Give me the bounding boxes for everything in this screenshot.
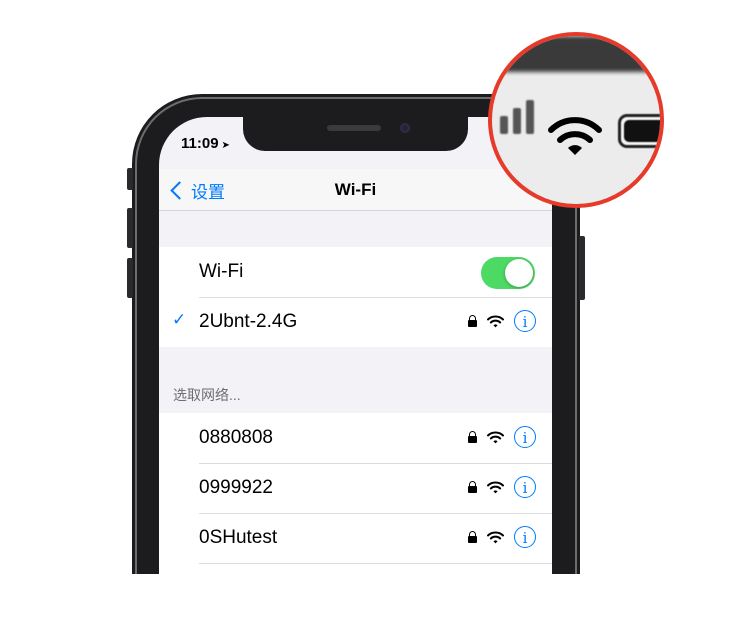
lock-icon bbox=[468, 481, 477, 493]
volume-down-button bbox=[127, 258, 133, 298]
location-arrow-icon: ➤ bbox=[221, 140, 230, 151]
status-bar-magnifier bbox=[488, 32, 664, 208]
wifi-icon bbox=[487, 481, 504, 493]
notch bbox=[243, 117, 468, 151]
page-title: Wi-Fi bbox=[334, 180, 377, 199]
toggle-knob bbox=[505, 259, 533, 287]
info-button[interactable]: i bbox=[514, 526, 536, 548]
wifi-toggle-row: Wi-Fi bbox=[159, 247, 552, 297]
wifi-icon bbox=[487, 315, 504, 327]
wifi-settings-group: Wi-Fi ✓ 2Ubnt-2.4G i bbox=[159, 247, 552, 347]
lock-icon bbox=[468, 531, 477, 543]
connected-network-row[interactable]: ✓ 2Ubnt-2.4G i bbox=[159, 297, 552, 347]
section-header: 选取网络... bbox=[173, 387, 241, 403]
wifi-toggle-switch[interactable] bbox=[481, 257, 535, 289]
phone-screen: 11:09 ➤ 设置 Wi-Fi Wi-Fi ✓ 2Ubnt-2.4G i 选取… bbox=[159, 117, 552, 574]
magnified-battery-icon bbox=[618, 114, 660, 148]
power-button bbox=[579, 236, 585, 300]
magnified-wifi-icon bbox=[548, 117, 602, 155]
network-name: 2Ubnt-2.4G bbox=[199, 311, 298, 332]
network-row[interactable]: 0999922 i bbox=[159, 463, 552, 513]
magnified-cellular-signal-icon bbox=[500, 100, 534, 134]
network-name: 0SHutest bbox=[199, 527, 278, 548]
available-networks-group: 0880808 i 0999922 i 0SHutest i bbox=[159, 413, 552, 574]
network-name: 0880808 bbox=[199, 427, 273, 448]
checkmark-icon: ✓ bbox=[172, 310, 187, 329]
magnified-notch bbox=[492, 36, 660, 72]
status-time: 11:09 ➤ bbox=[181, 135, 230, 152]
earpiece-speaker bbox=[327, 125, 381, 131]
time-text: 11:09 bbox=[181, 135, 219, 152]
lock-icon bbox=[468, 315, 477, 327]
network-row[interactable]: 0880808 i bbox=[159, 413, 552, 463]
silent-switch bbox=[127, 168, 133, 190]
lock-icon bbox=[468, 431, 477, 443]
front-camera bbox=[400, 123, 410, 133]
navigation-bar: 设置 Wi-Fi bbox=[159, 169, 552, 211]
network-row-partial bbox=[159, 563, 552, 574]
wifi-icon bbox=[487, 531, 504, 543]
volume-up-button bbox=[127, 208, 133, 248]
info-button[interactable]: i bbox=[514, 310, 536, 332]
wifi-icon bbox=[487, 431, 504, 443]
info-button[interactable]: i bbox=[514, 426, 536, 448]
info-button[interactable]: i bbox=[514, 476, 536, 498]
network-name: 0999922 bbox=[199, 477, 273, 498]
network-row[interactable]: 0SHutest i bbox=[159, 513, 552, 563]
wifi-toggle-label: Wi-Fi bbox=[199, 261, 244, 282]
